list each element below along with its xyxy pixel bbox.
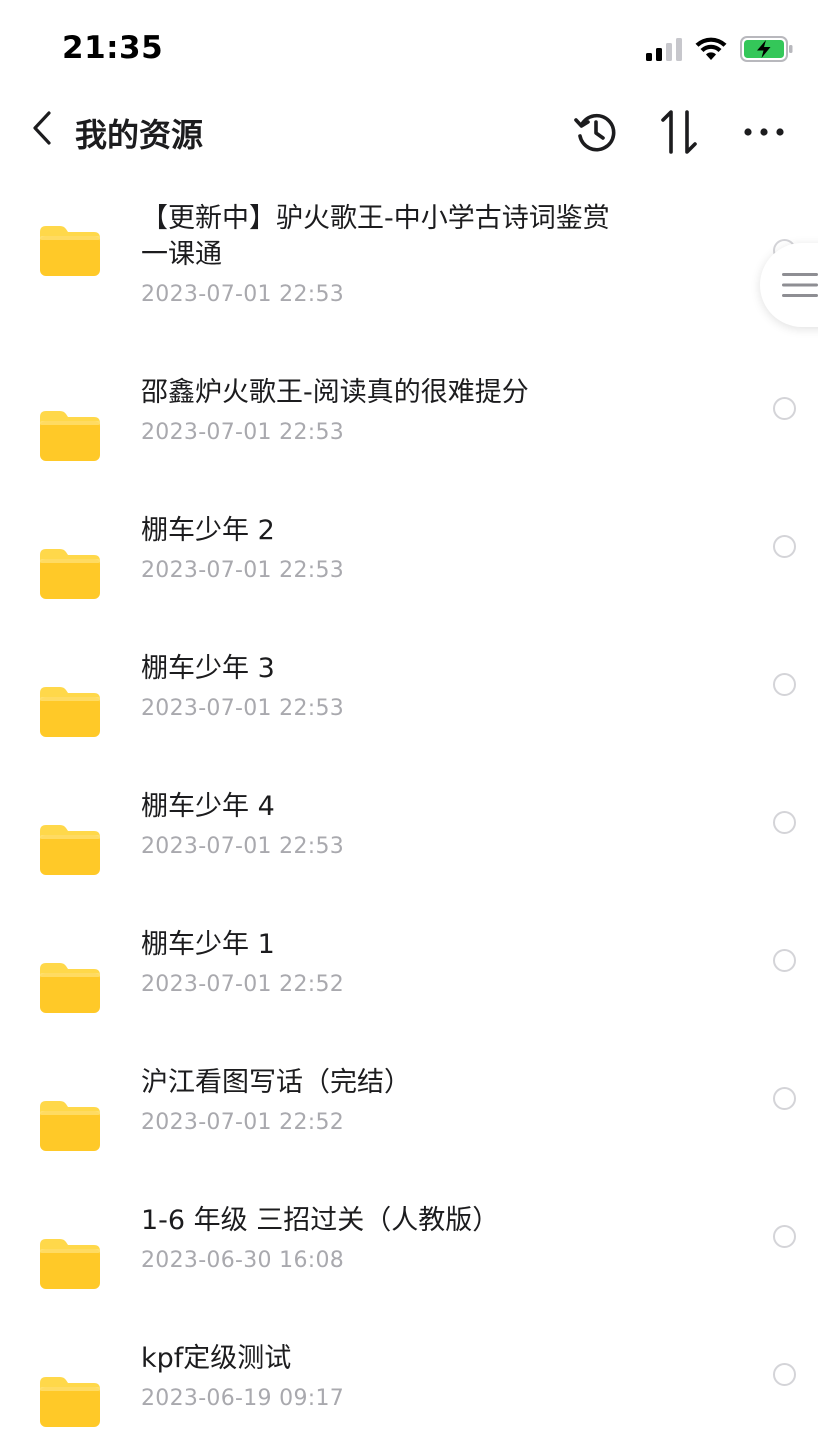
sort-button[interactable]	[654, 104, 706, 160]
select-checkbox[interactable]	[773, 673, 796, 696]
file-name: 一课通	[141, 239, 222, 270]
list-item[interactable]: 1-6 年级 三招过关（人教版） 2023-06-30 16:08	[0, 1190, 818, 1328]
signal-icon	[646, 37, 682, 61]
file-name: 沪江看图写话（完结）	[141, 1067, 411, 1098]
file-date: 2023-07-01 22:52	[141, 1110, 345, 1135]
folder-icon	[40, 1239, 100, 1289]
battery-charging-icon	[740, 36, 793, 62]
list-item[interactable]: 沪江看图写话（完结） 2023-07-01 22:52	[0, 1052, 818, 1190]
wifi-icon	[695, 37, 727, 60]
more-icon	[744, 128, 784, 136]
file-name: 棚车少年 2	[141, 515, 275, 546]
back-button[interactable]	[22, 104, 62, 152]
more-button[interactable]	[738, 104, 790, 160]
status-time: 21:35	[62, 30, 164, 66]
nav-bar: 我的资源	[0, 96, 818, 172]
select-checkbox[interactable]	[773, 535, 796, 558]
file-name: 棚车少年 4	[141, 791, 275, 822]
list-item[interactable]: 棚车少年 4 2023-07-01 22:53	[0, 776, 818, 914]
file-date: 2023-07-01 22:53	[141, 420, 345, 445]
folder-icon	[40, 687, 100, 737]
file-date: 2023-06-19 09:17	[141, 1386, 345, 1411]
select-checkbox[interactable]	[773, 1363, 796, 1386]
file-name: 棚车少年 1	[141, 929, 275, 960]
file-name: 邵鑫炉火歌王-阅读真的很难提分	[141, 377, 529, 408]
file-date: 2023-07-01 22:53	[141, 558, 345, 583]
file-date: 2023-07-01 22:52	[141, 972, 345, 997]
file-name: 棚车少年 3	[141, 653, 275, 684]
list-item[interactable]: 邵鑫炉火歌王-阅读真的很难提分 2023-07-01 22:53	[0, 362, 818, 500]
select-checkbox[interactable]	[773, 811, 796, 834]
select-checkbox[interactable]	[773, 1225, 796, 1248]
folder-icon	[40, 825, 100, 875]
file-date: 2023-07-01 22:53	[141, 696, 345, 721]
file-name: 1-6 年级 三招过关（人教版）	[141, 1205, 500, 1236]
folder-icon	[40, 411, 100, 461]
file-name: kpf定级测试	[141, 1343, 292, 1374]
select-checkbox[interactable]	[773, 397, 796, 420]
list-item[interactable]: 棚车少年 3 2023-07-01 22:53	[0, 638, 818, 776]
list-item[interactable]: 【更新中】驴火歌王-中小学古诗词鉴赏 一课通 2023-07-01 22:53	[0, 172, 818, 338]
menu-icon	[782, 273, 818, 297]
file-date: 2023-06-30 16:08	[141, 1248, 345, 1273]
page-title: 我的资源	[75, 116, 204, 154]
folder-icon	[40, 1101, 100, 1151]
select-checkbox[interactable]	[773, 1087, 796, 1110]
file-date: 2023-07-01 22:53	[141, 282, 345, 307]
history-button[interactable]	[570, 104, 622, 160]
folder-icon	[40, 226, 100, 276]
list-item[interactable]: 棚车少年 2 2023-07-01 22:53	[0, 500, 818, 638]
select-checkbox[interactable]	[773, 949, 796, 972]
history-icon	[574, 113, 616, 152]
list-item[interactable]: 棚车少年 1 2023-07-01 22:52	[0, 914, 818, 1052]
folder-icon	[40, 1377, 100, 1427]
sort-icon	[661, 110, 697, 154]
status-icons	[646, 34, 794, 64]
file-date: 2023-07-01 22:53	[141, 834, 345, 859]
folder-icon	[40, 963, 100, 1013]
status-bar: 21:35	[0, 0, 818, 96]
file-name: 【更新中】驴火歌王-中小学古诗词鉴赏	[141, 203, 610, 234]
chevron-left-icon	[33, 111, 51, 145]
list-item[interactable]: kpf定级测试 2023-06-19 09:17	[0, 1328, 818, 1447]
folder-icon	[40, 549, 100, 599]
